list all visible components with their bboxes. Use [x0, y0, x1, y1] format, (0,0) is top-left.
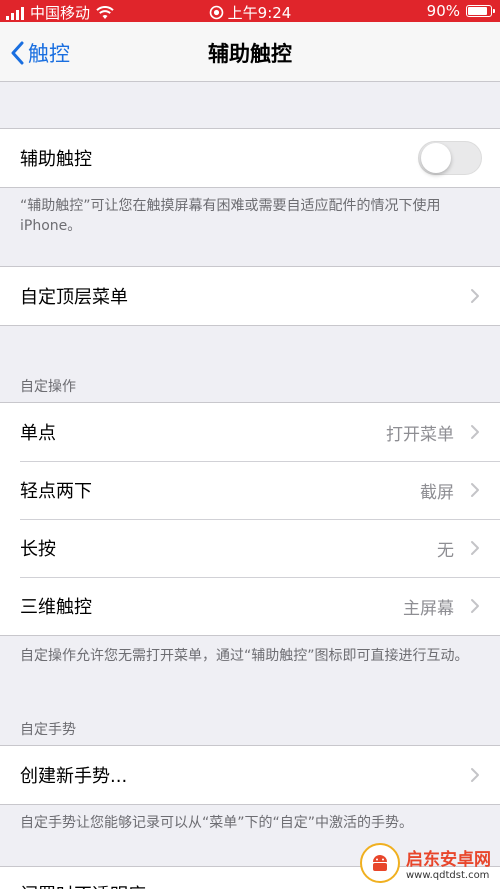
battery-percent: 90%	[426, 2, 460, 20]
status-right: 90%	[426, 2, 495, 20]
custom-actions-footer: 自定操作允许您无需打开菜单，通过“辅助触控”图标即可直接进行互动。	[20, 648, 469, 664]
idle-opacity-label: 闲置时不透明度	[20, 881, 146, 889]
android-icon	[373, 855, 387, 871]
status-bar: 中国移动 上午9:24 90%	[0, 0, 500, 22]
custom-actions-group: 单点 打开菜单 轻点两下 截屏 长按 无 三维触控 主屏幕	[0, 402, 500, 636]
custom-actions-header: 自定操作	[20, 379, 76, 395]
page-title: 辅助触控	[208, 42, 292, 66]
custom-gestures-group: 创建新手势...	[0, 745, 500, 805]
chevron-right-icon	[471, 599, 479, 613]
navigation-bar: 触控 辅助触控	[0, 22, 500, 82]
status-time: 上午9:24	[227, 4, 292, 22]
action-row-long-press[interactable]: 长按 无	[0, 519, 500, 577]
orientation-lock-icon	[209, 5, 223, 20]
custom-gestures-footer: 自定手势让您能够记录可以从“菜单”下的“自定”中激活的手势。	[20, 815, 414, 831]
chevron-right-icon	[471, 425, 479, 439]
chevron-right-icon	[471, 541, 479, 555]
watermark-name: 启东安卓网	[406, 850, 491, 870]
toggle-knob	[421, 143, 451, 173]
chevron-right-icon	[471, 289, 479, 303]
assistive-touch-label: 辅助触控	[20, 149, 92, 170]
action-label: 单点	[20, 423, 56, 444]
status-center: 上午9:24	[0, 2, 500, 23]
action-row-3d-touch[interactable]: 三维触控 主屏幕	[0, 577, 500, 635]
assistive-touch-footer: “辅助触控”可让您在触摸屏幕有困难或需要自适应配件的情况下使用iPhone。	[20, 198, 441, 234]
action-label: 三维触控	[20, 597, 92, 618]
custom-gestures-header: 自定手势	[20, 722, 76, 738]
watermark-url: www.qdtdst.com	[406, 870, 490, 881]
create-gesture-label: 创建新手势...	[20, 766, 128, 787]
chevron-right-icon	[471, 483, 479, 497]
watermark-text: 启东安卓网 www.qdtdst.com	[406, 845, 491, 881]
assistive-touch-row: 辅助触控	[0, 129, 500, 187]
action-label: 轻点两下	[20, 481, 92, 502]
chevron-right-icon	[471, 768, 479, 782]
action-value: 打开菜单	[386, 424, 454, 445]
watermark-logo	[360, 843, 400, 883]
top-menu-row[interactable]: 自定顶层菜单	[0, 267, 500, 325]
top-menu-label: 自定顶层菜单	[20, 287, 128, 308]
battery-icon	[466, 5, 495, 17]
create-gesture-row[interactable]: 创建新手势...	[0, 746, 500, 804]
action-value: 主屏幕	[403, 598, 454, 619]
action-row-single-tap[interactable]: 单点 打开菜单	[0, 403, 500, 461]
action-row-double-tap[interactable]: 轻点两下 截屏	[0, 461, 500, 519]
action-value: 无	[437, 540, 454, 561]
watermark: 启东安卓网 www.qdtdst.com	[360, 839, 500, 887]
action-value: 截屏	[420, 482, 454, 503]
top-menu-group: 自定顶层菜单	[0, 266, 500, 326]
assistive-touch-toggle[interactable]	[418, 141, 482, 175]
action-label: 长按	[20, 539, 56, 560]
assistive-touch-group: 辅助触控	[0, 128, 500, 188]
